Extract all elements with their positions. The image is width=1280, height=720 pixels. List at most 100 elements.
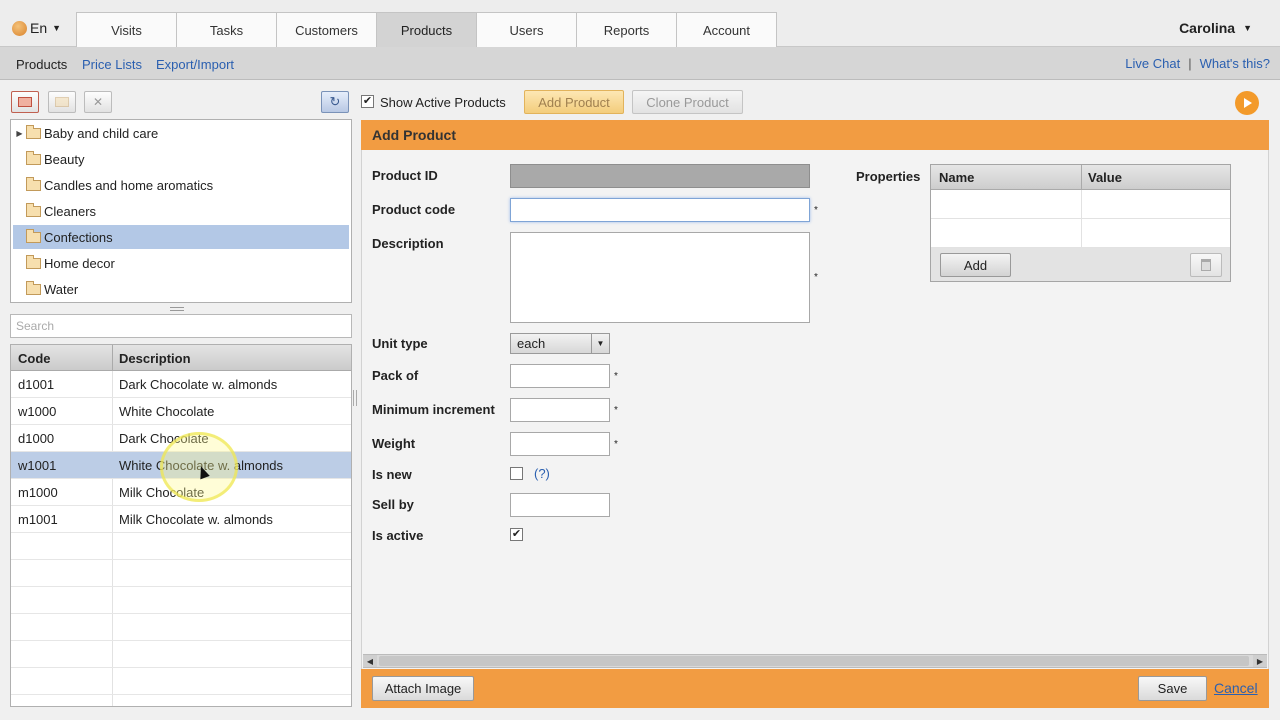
tree-item-water[interactable]: Water bbox=[13, 277, 349, 301]
save-button[interactable]: Save bbox=[1138, 676, 1207, 701]
tab-visits[interactable]: Visits bbox=[76, 12, 177, 47]
refresh-icon: ↻ bbox=[329, 94, 341, 109]
pack-of-label: Pack of bbox=[372, 368, 419, 383]
product-grid: Code Description d1001 Dark Chocolate w. … bbox=[10, 344, 352, 707]
is-new-checkbox[interactable] bbox=[510, 467, 523, 480]
required-marker: * bbox=[814, 205, 818, 216]
scroll-right-icon[interactable]: ▶ bbox=[1253, 655, 1267, 667]
tree-item-baby-child-care[interactable]: ▶ Baby and child care bbox=[13, 121, 349, 145]
folder-icon bbox=[26, 124, 41, 139]
folder-icon bbox=[26, 254, 41, 269]
tab-reports[interactable]: Reports bbox=[576, 12, 677, 47]
add-product-button[interactable]: Add Product bbox=[524, 90, 624, 114]
empty-row bbox=[11, 533, 351, 560]
tree-item-label: Home decor bbox=[44, 255, 115, 271]
table-row[interactable]: w1000 White Chocolate bbox=[11, 398, 351, 425]
pack-of-field[interactable] bbox=[510, 364, 610, 388]
weight-label: Weight bbox=[372, 436, 416, 451]
tab-account[interactable]: Account bbox=[676, 12, 777, 47]
show-active-checkbox[interactable]: ✔ bbox=[361, 95, 374, 108]
weight-field[interactable] bbox=[510, 432, 610, 456]
cell-code: w1001 bbox=[18, 458, 57, 473]
form-title: Add Product bbox=[361, 120, 1269, 150]
folder-icon bbox=[26, 202, 41, 217]
subnav-export-import[interactable]: Export/Import bbox=[156, 57, 234, 72]
required-marker: * bbox=[614, 371, 618, 382]
clone-product-button[interactable]: Clone Product bbox=[632, 90, 743, 114]
horizontal-scrollbar[interactable]: ◀ ▶ bbox=[363, 654, 1267, 668]
chevron-down-icon: ▼ bbox=[591, 334, 609, 353]
expand-arrow-icon[interactable]: ▶ bbox=[13, 129, 26, 138]
splitter-handle[interactable] bbox=[170, 307, 184, 311]
trash-icon bbox=[1201, 259, 1211, 271]
subnav-price-lists[interactable]: Price Lists bbox=[82, 57, 142, 72]
is-new-help-link[interactable]: (?) bbox=[534, 466, 550, 481]
empty-row bbox=[11, 587, 351, 614]
tree-item-label: Confections bbox=[44, 229, 113, 245]
play-video-icon[interactable] bbox=[1235, 91, 1259, 115]
close-icon: ✕ bbox=[92, 95, 104, 109]
attach-image-button[interactable]: Attach Image bbox=[372, 676, 474, 701]
show-active-label: Show Active Products bbox=[380, 95, 506, 110]
sell-by-field[interactable] bbox=[510, 493, 610, 517]
tree-item-beauty[interactable]: Beauty bbox=[13, 147, 349, 171]
tree-item-candles[interactable]: Candles and home aromatics bbox=[13, 173, 349, 197]
subnav-products[interactable]: Products bbox=[16, 57, 67, 72]
sell-by-label: Sell by bbox=[372, 497, 414, 512]
folder-edit-icon bbox=[55, 97, 69, 107]
chevron-down-icon: ▼ bbox=[1243, 23, 1252, 33]
description-field[interactable] bbox=[510, 232, 810, 323]
min-increment-field[interactable] bbox=[510, 398, 610, 422]
properties-column-name: Name bbox=[939, 170, 975, 185]
cell-code: m1001 bbox=[18, 512, 58, 527]
search-input[interactable] bbox=[10, 314, 352, 338]
tab-customers[interactable]: Customers bbox=[276, 12, 377, 47]
unit-type-select[interactable]: each ▼ bbox=[510, 333, 610, 354]
live-chat-link[interactable]: Live Chat bbox=[1125, 56, 1180, 71]
delete-folder-button[interactable]: ✕ bbox=[84, 91, 112, 113]
product-id-label: Product ID bbox=[372, 168, 438, 183]
tree-item-cleaners[interactable]: Cleaners bbox=[13, 199, 349, 223]
empty-row bbox=[11, 641, 351, 668]
edit-folder-button[interactable] bbox=[48, 91, 76, 113]
language-selector[interactable]: En ▼ bbox=[12, 18, 61, 38]
form-footer bbox=[361, 669, 1269, 708]
scroll-left-icon[interactable]: ◀ bbox=[363, 655, 377, 667]
properties-body bbox=[931, 190, 1230, 248]
refresh-button[interactable]: ↻ bbox=[321, 91, 349, 113]
tab-users[interactable]: Users bbox=[476, 12, 577, 47]
folder-icon bbox=[26, 280, 41, 295]
chevron-down-icon: ▼ bbox=[52, 23, 62, 33]
category-tree: ▶ Baby and child care Beauty Candles and … bbox=[10, 119, 352, 303]
required-marker: * bbox=[614, 439, 618, 450]
panel-splitter[interactable] bbox=[353, 390, 357, 406]
is-active-checkbox[interactable]: ✔ bbox=[510, 528, 523, 541]
add-property-button[interactable]: Add bbox=[940, 253, 1011, 277]
user-menu[interactable]: Carolina ▼ bbox=[1179, 20, 1252, 36]
empty-row bbox=[11, 560, 351, 587]
tab-products[interactable]: Products bbox=[376, 12, 477, 48]
globe-icon bbox=[12, 20, 27, 36]
empty-row bbox=[11, 668, 351, 695]
unit-type-label: Unit type bbox=[372, 336, 428, 351]
tab-tasks[interactable]: Tasks bbox=[176, 12, 277, 47]
table-row[interactable]: m1001 Milk Chocolate w. almonds bbox=[11, 506, 351, 533]
tree-item-confections[interactable]: Confections bbox=[13, 225, 349, 249]
column-header-code[interactable]: Code bbox=[18, 351, 51, 366]
tree-item-home-decor[interactable]: Home decor bbox=[13, 251, 349, 275]
help-links: Live Chat | What's this? bbox=[1125, 56, 1270, 71]
new-folder-button[interactable] bbox=[11, 91, 39, 113]
language-label: En bbox=[30, 20, 48, 36]
cell-code: d1000 bbox=[18, 431, 55, 446]
tree-item-label: Baby and child care bbox=[44, 125, 159, 141]
scroll-thumb[interactable] bbox=[379, 656, 1249, 666]
empty-row bbox=[11, 614, 351, 641]
product-code-field[interactable] bbox=[510, 198, 810, 222]
delete-property-button[interactable] bbox=[1190, 253, 1222, 277]
column-header-description[interactable]: Description bbox=[119, 351, 191, 366]
table-row[interactable]: d1001 Dark Chocolate w. almonds bbox=[11, 371, 351, 398]
cell-code: d1001 bbox=[18, 377, 55, 392]
cancel-link[interactable]: Cancel bbox=[1214, 680, 1258, 696]
whats-this-link[interactable]: What's this? bbox=[1200, 56, 1270, 71]
tree-item-label: Candles and home aromatics bbox=[44, 177, 214, 193]
